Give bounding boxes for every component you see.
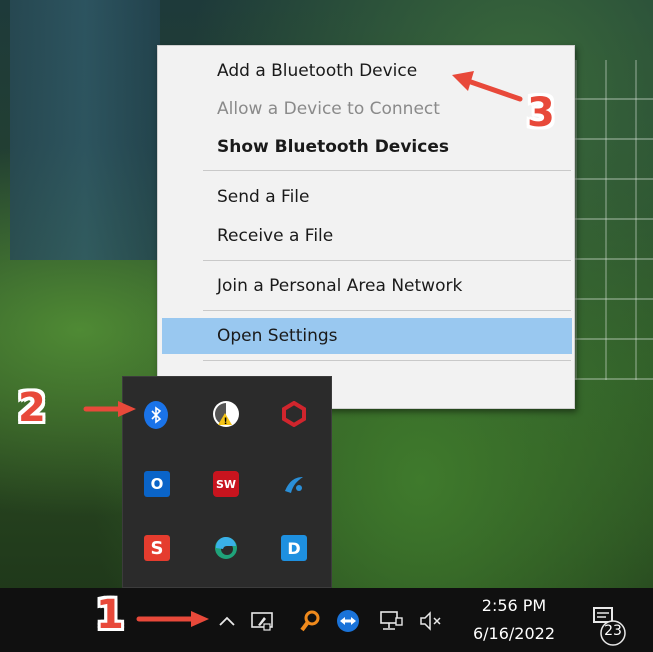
- wallpaper-net: [575, 60, 653, 380]
- notification-icon: [593, 607, 613, 623]
- search-orange-icon[interactable]: [296, 606, 324, 636]
- teamviewer-icon[interactable]: [333, 606, 363, 636]
- menu-item-open-settings[interactable]: Open Settings: [162, 318, 572, 354]
- menu-separator: [203, 360, 571, 361]
- action-center-button[interactable]: 23: [586, 602, 636, 648]
- edge-icon[interactable]: [213, 535, 239, 561]
- blue-tool-icon[interactable]: [281, 471, 307, 497]
- network-icon[interactable]: [376, 606, 406, 636]
- volume-muted-icon[interactable]: [416, 606, 446, 636]
- clock-time: 2:56 PM: [481, 596, 547, 615]
- tray-overflow-flyout: ! O SW S D: [122, 376, 332, 588]
- red-app-icon[interactable]: [281, 401, 307, 427]
- chevron-up-icon[interactable]: [214, 606, 240, 636]
- annotation-step-2: 2: [18, 385, 46, 431]
- taskbar-clock[interactable]: 2:56 PM 6/16/2022: [458, 592, 570, 650]
- pen-workspace-icon[interactable]: [248, 606, 276, 636]
- solidworks-icon[interactable]: SW: [213, 471, 239, 497]
- outlook-icon[interactable]: O: [144, 471, 170, 497]
- wallpaper-tree-trunk: [10, 0, 160, 260]
- warning-shield-icon[interactable]: !: [213, 401, 239, 427]
- menu-item-send-file[interactable]: Send a File: [159, 179, 573, 215]
- menu-separator: [203, 310, 571, 311]
- blue-d-icon[interactable]: D: [281, 535, 307, 561]
- annotation-arrow-2: [83, 401, 136, 417]
- notification-count-badge: 23: [604, 623, 622, 639]
- menu-item-receive-file[interactable]: Receive a File: [159, 218, 573, 254]
- svg-text:!: !: [224, 417, 228, 427]
- annotation-arrow-3: [452, 71, 523, 102]
- annotation-step-3: 3: [527, 90, 555, 136]
- annotation-arrow-1: [136, 611, 209, 627]
- clock-date: 6/16/2022: [472, 624, 556, 643]
- menu-item-show-bluetooth-devices[interactable]: Show Bluetooth Devices: [159, 129, 573, 165]
- bluetooth-icon[interactable]: [144, 401, 168, 429]
- annotation-step-1: 1: [96, 592, 124, 638]
- menu-item-join-personal-area-network[interactable]: Join a Personal Area Network: [159, 268, 573, 304]
- red-s-icon[interactable]: S: [144, 535, 170, 561]
- menu-separator: [203, 170, 571, 171]
- menu-separator: [203, 260, 571, 261]
